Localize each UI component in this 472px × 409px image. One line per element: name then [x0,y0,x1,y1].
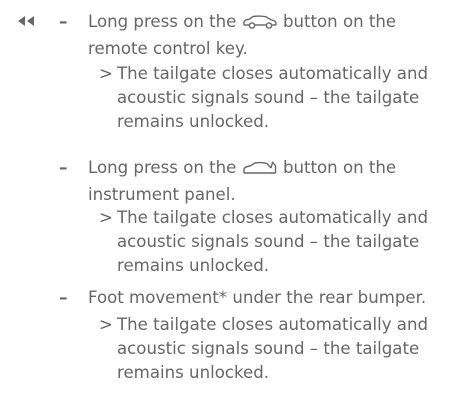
car-key-icon [242,13,278,37]
step-instruction: Long press on the button on the instrume… [88,158,397,204]
result-text: The tailgate closes automatically and ac… [117,208,429,275]
list-bullet: – [59,12,68,32]
result-marker: > [99,64,113,83]
step-result: > The tailgate closes automatically and … [99,313,459,385]
list-bullet: – [59,158,68,178]
step-result: > The tailgate closes automatically and … [99,62,459,134]
result-text: The tailgate closes automatically and ac… [117,315,429,382]
double-left-triangle-icon [17,12,37,26]
result-text: The tailgate closes automatically and ac… [117,64,429,131]
list-bullet: – [59,288,68,308]
step-instruction: Foot movement* under the rear bumper. [88,288,427,307]
result-marker: > [99,315,113,334]
step-instruction: Long press on the button on the remote c… [88,12,397,58]
step-result: > The tailgate closes automatically and … [99,206,459,278]
tailgate-icon [242,159,278,183]
result-marker: > [99,208,113,227]
